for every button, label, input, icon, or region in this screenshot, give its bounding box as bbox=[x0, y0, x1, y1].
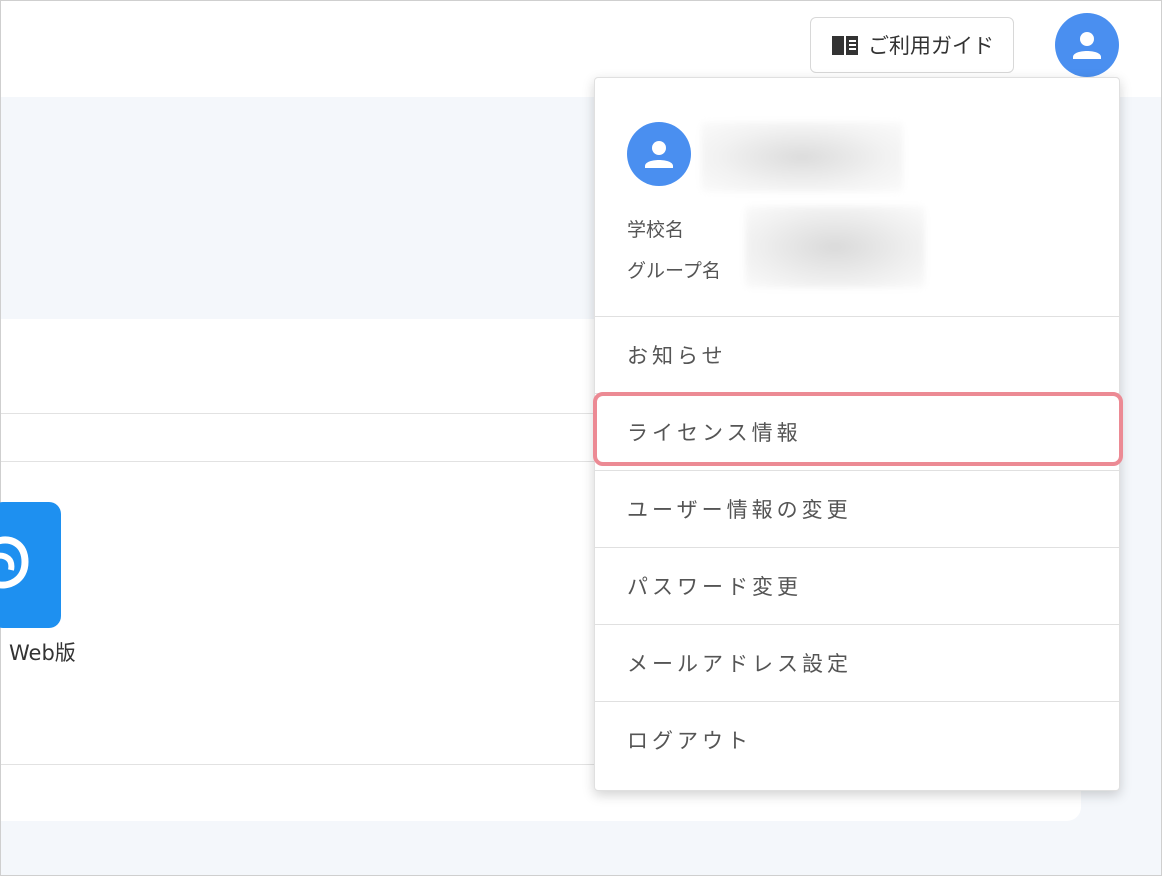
menu-item-email-settings[interactable]: メールアドレス設定 bbox=[595, 624, 1119, 701]
app-label[interactable]: Web版 bbox=[9, 637, 76, 667]
book-icon bbox=[832, 36, 858, 55]
menu-item-edit-user-info[interactable]: ユーザー情報の変更 bbox=[595, 470, 1119, 547]
user-profile-section: 学校名 グループ名 bbox=[595, 78, 1119, 316]
menu-item-logout[interactable]: ログアウト bbox=[595, 701, 1119, 778]
account-avatar-button[interactable] bbox=[1055, 13, 1119, 77]
divider bbox=[1, 461, 601, 462]
user-guide-label: ご利用ガイド bbox=[868, 34, 994, 58]
user-guide-button[interactable]: ご利用ガイド bbox=[810, 17, 1014, 73]
school-name-label: 学校名 bbox=[627, 219, 685, 241]
user-icon bbox=[645, 141, 673, 168]
user-icon bbox=[1073, 32, 1101, 59]
user-menu-dropdown: 学校名 グループ名 お知らせ ライセンス情報 ユーザー情報の変更 パスワード変更… bbox=[593, 77, 1123, 791]
menu-item-change-password[interactable]: パスワード変更 bbox=[595, 547, 1119, 624]
app-tile[interactable] bbox=[0, 502, 61, 628]
blurred-user-name bbox=[701, 122, 903, 192]
app-icon bbox=[0, 536, 29, 589]
blurred-school-group-values bbox=[745, 206, 925, 288]
menu-item-notifications[interactable]: お知らせ bbox=[595, 316, 1119, 393]
group-name-label: グループ名 bbox=[627, 260, 721, 282]
profile-avatar bbox=[627, 122, 691, 186]
divider bbox=[1, 413, 601, 414]
page-header-area bbox=[1, 97, 601, 319]
menu-item-license-info[interactable]: ライセンス情報 bbox=[595, 393, 1119, 470]
divider bbox=[1, 764, 601, 765]
